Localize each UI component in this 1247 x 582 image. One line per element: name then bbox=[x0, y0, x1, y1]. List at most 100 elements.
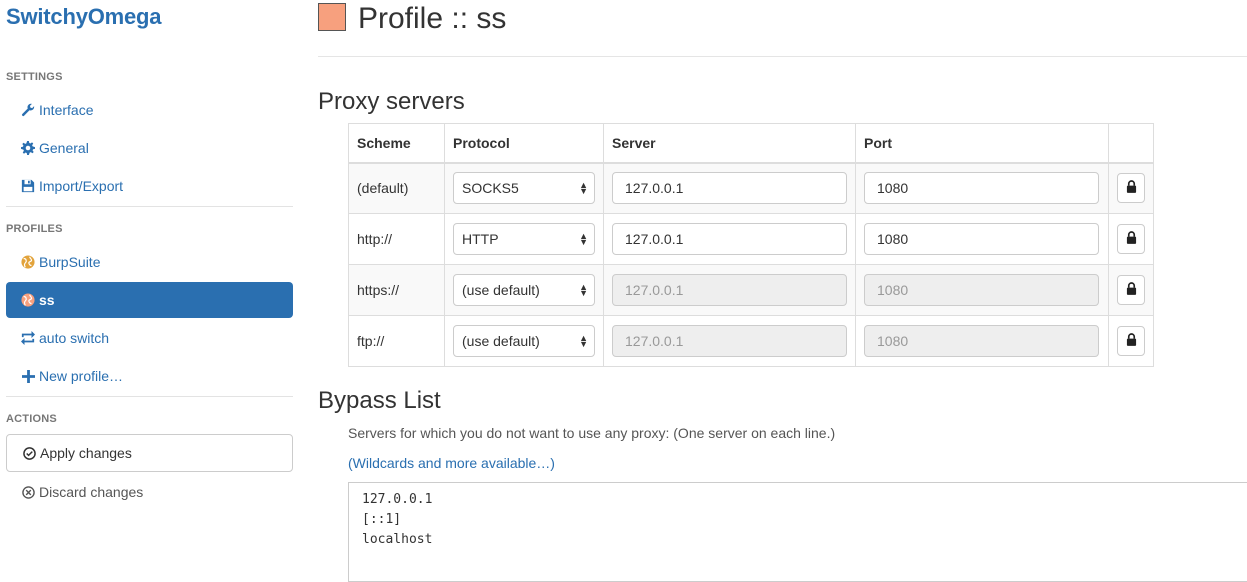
divider bbox=[6, 396, 293, 397]
sidebar-item-new-profile[interactable]: New profile… bbox=[6, 358, 293, 394]
lock-cell bbox=[1108, 264, 1154, 316]
port-input[interactable] bbox=[864, 223, 1099, 255]
scheme-cell: https:// bbox=[348, 264, 445, 316]
table-row: (default) SOCKS5 ▲ ▼ bbox=[348, 162, 1154, 214]
port-input bbox=[864, 325, 1099, 357]
discard-changes-label: Discard changes bbox=[39, 484, 144, 500]
select-arrows-icon: ▲ ▼ bbox=[579, 180, 588, 197]
table-header-row: Scheme Protocol Server Port bbox=[348, 123, 1154, 164]
protocol-select-value: (use default) bbox=[462, 333, 540, 349]
floppy-icon bbox=[20, 178, 36, 194]
bypass-entry: 127.0.0.1 bbox=[362, 492, 433, 507]
sidebar-item-label: auto switch bbox=[39, 330, 110, 346]
sidebar-item-label: New profile… bbox=[39, 368, 124, 384]
protocol-select[interactable]: HTTP ▲ ▼ bbox=[453, 223, 595, 255]
scheme-cell: http:// bbox=[348, 213, 445, 265]
profiles-header: PROFILES bbox=[6, 223, 63, 235]
port-input bbox=[864, 274, 1099, 306]
auth-lock-button[interactable] bbox=[1117, 173, 1145, 204]
protocol-select[interactable]: (use default) ▲ ▼ bbox=[453, 274, 595, 306]
x-circle-icon bbox=[20, 484, 36, 500]
actions-header: ACTIONS bbox=[6, 413, 57, 425]
protocol-cell: SOCKS5 ▲ ▼ bbox=[444, 162, 604, 214]
server-cell bbox=[603, 162, 856, 214]
table-row: https:// (use default) ▲ ▼ bbox=[348, 264, 1154, 316]
sidebar-item-ss[interactable]: ss bbox=[6, 282, 293, 318]
select-arrows-icon: ▲ ▼ bbox=[579, 231, 588, 247]
server-cell bbox=[603, 264, 856, 316]
sidebar-item-interface[interactable]: Interface bbox=[6, 92, 293, 128]
gear-icon bbox=[20, 140, 36, 156]
header-port: Port bbox=[855, 123, 1109, 164]
server-input bbox=[612, 274, 847, 306]
port-cell bbox=[855, 213, 1109, 265]
proxy-servers-title: Proxy servers bbox=[318, 88, 465, 115]
proxy-servers-table: Scheme Protocol Server Port (default) SO… bbox=[348, 123, 1154, 367]
port-input[interactable] bbox=[864, 172, 1099, 205]
sidebar: SwitchyOmega SETTINGS Interface General … bbox=[0, 0, 300, 575]
server-input[interactable] bbox=[612, 223, 847, 255]
profile-color-swatch[interactable] bbox=[318, 3, 346, 31]
sidebar-item-label: General bbox=[39, 140, 89, 156]
globe-icon bbox=[20, 254, 36, 270]
apply-changes-label: Apply changes bbox=[40, 445, 132, 461]
lock-icon bbox=[1126, 231, 1137, 247]
protocol-select-value: (use default) bbox=[462, 282, 540, 298]
bypass-entry: localhost bbox=[362, 532, 433, 547]
lock-cell bbox=[1108, 315, 1154, 367]
sidebar-item-burpsuite[interactable]: BurpSuite bbox=[6, 244, 293, 280]
bypass-help-text: Servers for which you do not want to use… bbox=[348, 425, 836, 441]
main-content: Profile :: ss Proxy servers Scheme Proto… bbox=[318, 0, 1247, 582]
select-arrows-icon: ▲ ▼ bbox=[579, 282, 588, 298]
auth-lock-button[interactable] bbox=[1117, 224, 1145, 254]
lock-cell bbox=[1108, 213, 1154, 265]
header-protocol: Protocol bbox=[444, 123, 604, 164]
protocol-select[interactable]: SOCKS5 ▲ ▼ bbox=[453, 172, 595, 205]
header-scheme: Scheme bbox=[348, 123, 445, 164]
page-title: Profile :: ss bbox=[358, 2, 507, 35]
settings-header: SETTINGS bbox=[6, 71, 63, 83]
protocol-select-value: HTTP bbox=[462, 231, 499, 247]
protocol-cell: HTTP ▲ ▼ bbox=[444, 213, 604, 265]
port-cell bbox=[855, 264, 1109, 316]
sidebar-item-general[interactable]: General bbox=[6, 130, 293, 166]
server-input[interactable] bbox=[612, 172, 847, 205]
lock-icon bbox=[1126, 180, 1137, 196]
server-input bbox=[612, 325, 847, 357]
select-arrows-icon: ▲ ▼ bbox=[579, 333, 588, 349]
discard-changes-button[interactable]: Discard changes bbox=[6, 474, 293, 510]
wrench-icon bbox=[20, 102, 36, 118]
bypass-list-title: Bypass List bbox=[318, 387, 441, 414]
lock-icon bbox=[1126, 333, 1137, 349]
divider bbox=[6, 206, 293, 207]
sidebar-item-label: ss bbox=[39, 292, 55, 308]
wildcards-help-link[interactable]: (Wildcards and more available…) bbox=[348, 455, 555, 471]
table-row: http:// HTTP ▲ ▼ bbox=[348, 213, 1154, 265]
sidebar-item-label: Interface bbox=[39, 102, 94, 118]
server-cell bbox=[603, 213, 856, 265]
bypass-list-textarea[interactable]: 127.0.0.1 [::1] localhost bbox=[348, 482, 1247, 582]
port-cell bbox=[855, 162, 1109, 214]
sidebar-item-auto-switch[interactable]: auto switch bbox=[6, 320, 293, 356]
server-cell bbox=[603, 315, 856, 367]
sidebar-item-label: BurpSuite bbox=[39, 254, 101, 270]
check-circle-icon bbox=[21, 445, 37, 461]
port-cell bbox=[855, 315, 1109, 367]
bypass-entry: [::1] bbox=[362, 512, 402, 527]
header-lock bbox=[1108, 123, 1154, 164]
protocol-cell: (use default) ▲ ▼ bbox=[444, 264, 604, 316]
lock-cell bbox=[1108, 162, 1154, 214]
sidebar-item-import-export[interactable]: Import/Export bbox=[6, 168, 293, 204]
auth-lock-button[interactable] bbox=[1117, 275, 1145, 305]
header-server: Server bbox=[603, 123, 856, 164]
switch-icon bbox=[20, 330, 36, 346]
apply-changes-button[interactable]: Apply changes bbox=[6, 434, 293, 472]
sidebar-item-label: Import/Export bbox=[39, 178, 124, 194]
auth-lock-button[interactable] bbox=[1117, 326, 1145, 356]
brand-logo[interactable]: SwitchyOmega bbox=[6, 4, 162, 30]
scheme-cell: ftp:// bbox=[348, 315, 445, 367]
protocol-select[interactable]: (use default) ▲ ▼ bbox=[453, 325, 595, 357]
table-row: ftp:// (use default) ▲ ▼ bbox=[348, 315, 1154, 367]
plus-icon bbox=[20, 368, 36, 384]
protocol-select-value: SOCKS5 bbox=[462, 180, 519, 197]
